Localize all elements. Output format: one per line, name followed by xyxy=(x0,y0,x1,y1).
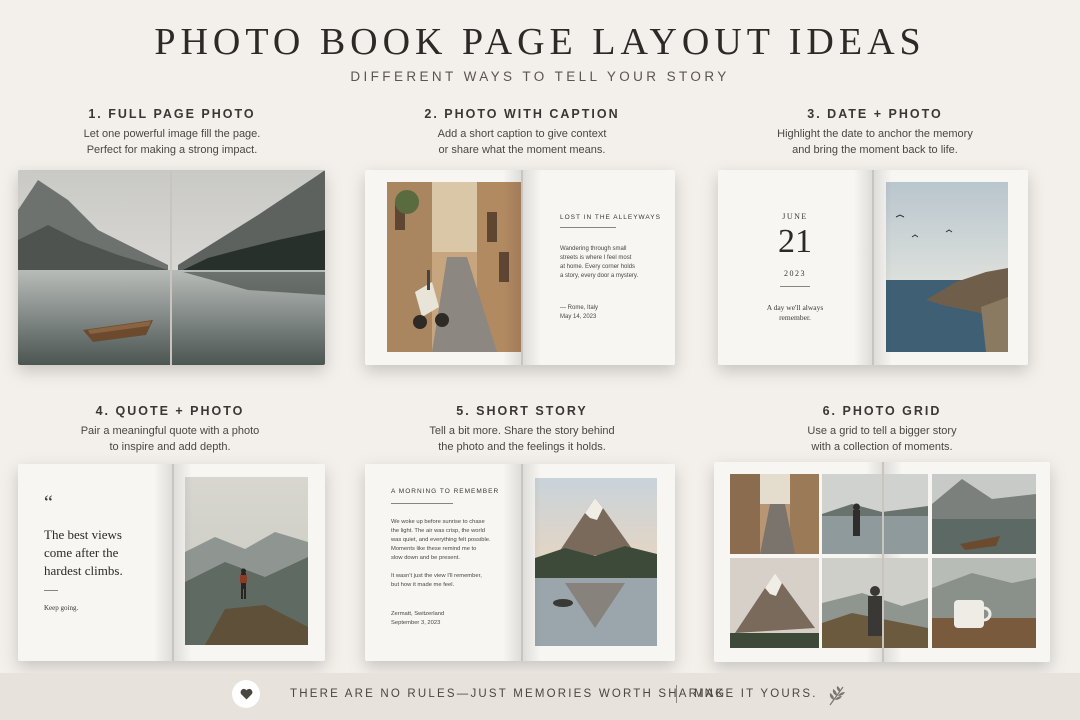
heart-icon xyxy=(232,680,260,708)
grid-photo-boat xyxy=(932,474,1036,554)
book-full-page-photo xyxy=(18,170,325,365)
grid-photo-coffee-cup xyxy=(932,558,1036,648)
book-quote-photo: “ The best views come after the hardest … xyxy=(18,464,325,661)
layout-description-date: Highlight the date to anchor the memory a… xyxy=(777,128,973,156)
caption-signature: — Rome, Italy xyxy=(560,305,599,311)
story-divider xyxy=(391,503,453,504)
quote-tagline: Keep going. xyxy=(44,604,79,612)
date-divider xyxy=(780,286,810,287)
caption-body: Wandering through small streets is where… xyxy=(560,246,639,279)
caption-title: LOST IN THE ALLEYWAYS xyxy=(560,214,661,221)
leaf-sprig-icon xyxy=(826,683,848,707)
alleyway-scooter-photo xyxy=(387,182,521,352)
date-day: 21 xyxy=(778,223,812,260)
grid-photo-matterhorn xyxy=(730,558,819,648)
coastline-seagulls-photo xyxy=(886,182,1008,352)
layout-heading-short-story: 5. SHORT STORY xyxy=(456,404,588,418)
book-spine xyxy=(872,170,874,365)
quote-divider xyxy=(44,590,58,591)
page-subtitle: DIFFERENT WAYS TO TELL YOUR STORY xyxy=(350,69,730,84)
layout-heading-photo-grid: 6. PHOTO GRID xyxy=(822,404,942,418)
grid-photo-hiker-backpack xyxy=(822,558,928,648)
grid-photo-alley xyxy=(730,474,819,554)
quote-text: The best views come after the hardest cl… xyxy=(44,527,123,578)
book-right-page xyxy=(174,464,325,661)
story-paragraph-2: It wasn't just the view I'll remember, b… xyxy=(391,573,482,588)
footer-divider xyxy=(676,685,677,703)
caption-divider xyxy=(560,227,616,228)
quote-mark-icon: “ xyxy=(44,492,53,514)
page-title: PHOTO BOOK PAGE LAYOUT IDEAS xyxy=(154,21,926,63)
book-spine xyxy=(521,464,523,661)
book-left-page: “ The best views come after the hardest … xyxy=(18,464,172,661)
book-date-photo: JUNE 21 2023 A day we'll always remember… xyxy=(718,170,1028,365)
layout-heading-quote: 4. QUOTE + PHOTO xyxy=(95,404,245,418)
book-photo-grid xyxy=(714,462,1050,662)
date-note: A day we'll always remember. xyxy=(766,303,824,322)
story-date: September 3, 2023 xyxy=(391,620,441,626)
layout-heading-caption: 2. PHOTO WITH CAPTION xyxy=(424,107,620,121)
layout-description-quote: Pair a meaningful quote with a photo to i… xyxy=(80,425,260,453)
caption-date: May 14, 2023 xyxy=(560,314,597,320)
book-left-page xyxy=(365,170,521,365)
layout-description-caption: Add a short caption to give context or sh… xyxy=(437,128,607,156)
story-paragraph-1: We woke up before sunrise to chase the l… xyxy=(391,519,491,561)
book-short-story: A MORNING TO REMEMBER We woke up before … xyxy=(365,464,675,661)
book-right-page xyxy=(874,170,1028,365)
book-right-page: LOST IN THE ALLEYWAYS Wandering through … xyxy=(523,170,675,365)
footer-message: THERE ARE NO RULES—JUST MEMORIES WORTH S… xyxy=(290,688,732,700)
book-spine xyxy=(170,170,172,365)
book-left-page: A MORNING TO REMEMBER We woke up before … xyxy=(365,464,521,661)
layout-heading-full-page: 1. FULL PAGE PHOTO xyxy=(88,107,256,121)
layout-description-short-story: Tell a bit more. Share the story behind t… xyxy=(429,425,615,453)
story-location: Zermatt, Switzerland xyxy=(391,611,445,617)
grid-photo-lake-person xyxy=(822,474,928,554)
date-month: JUNE xyxy=(782,212,808,221)
book-spine xyxy=(882,462,884,662)
date-year: 2023 xyxy=(784,269,806,278)
book-photo-with-caption: LOST IN THE ALLEYWAYS Wandering through … xyxy=(365,170,675,365)
matterhorn-reflection-photo xyxy=(535,478,657,646)
layout-description-full-page: Let one powerful image fill the page. Per… xyxy=(83,128,261,156)
story-title: A MORNING TO REMEMBER xyxy=(391,488,500,495)
book-spine xyxy=(172,464,174,661)
book-left-page: JUNE 21 2023 A day we'll always remember… xyxy=(718,170,872,365)
book-spine xyxy=(521,170,523,365)
layout-description-photo-grid: Use a grid to tell a bigger story with a … xyxy=(807,425,957,453)
book-right-page xyxy=(523,464,675,661)
hiker-mountain-photo xyxy=(185,477,308,645)
layout-heading-date: 3. DATE + PHOTO xyxy=(807,107,943,121)
footer-cta: MAKE IT YOURS. xyxy=(694,688,818,700)
